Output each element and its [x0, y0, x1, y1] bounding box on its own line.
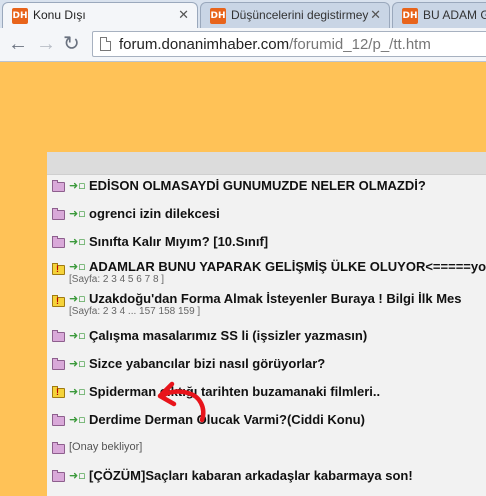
- tab-title: Düşüncelerini degistirmey: [231, 8, 369, 22]
- hot-folder-icon: [52, 263, 65, 275]
- favicon-icon: DH: [402, 8, 418, 24]
- folder-icon: [52, 470, 65, 482]
- topic-title[interactable]: Derdime Derman Olucak Varmi?(Ciddi Konu): [89, 412, 365, 427]
- forward-arrow-icon[interactable]: →: [36, 32, 56, 56]
- new-post-icon[interactable]: ➜▫: [69, 261, 86, 273]
- url-host: forum.donanimhaber.com: [119, 36, 290, 53]
- page-icon: [100, 37, 111, 51]
- new-post-icon[interactable]: ➜▫: [69, 470, 86, 482]
- hot-folder-icon: [52, 386, 65, 398]
- folder-icon: [52, 414, 65, 426]
- topic-title[interactable]: Uzakdoğu'dan Forma Almak İsteyenler Bura…: [89, 291, 462, 306]
- tab-dusuncelerini[interactable]: DH Düşüncelerini degistirmey ✕: [200, 2, 390, 28]
- new-post-icon[interactable]: ➜▫: [69, 330, 86, 342]
- tab-title: Konu Dışı: [33, 8, 86, 22]
- topic-title[interactable]: ogrenci izin dilekcesi: [89, 206, 220, 221]
- new-post-icon[interactable]: ➜▫: [69, 386, 86, 398]
- favicon-icon: DH: [210, 8, 226, 24]
- close-icon[interactable]: ✕: [178, 7, 189, 23]
- new-post-icon[interactable]: ➜▫: [69, 208, 86, 220]
- folder-icon: [52, 236, 65, 248]
- hot-folder-icon: [52, 295, 65, 307]
- topic-title[interactable]: Sınıfta Kalır Mıyım? [10.Sınıf]: [89, 234, 268, 249]
- folder-icon: [52, 442, 65, 454]
- address-bar[interactable]: forum.donanimhaber.com/forumid_12/p_/tt.…: [92, 31, 486, 57]
- favicon-icon: DH: [12, 8, 28, 24]
- folder-icon: [52, 208, 65, 220]
- new-post-icon[interactable]: ➜▫: [69, 236, 86, 248]
- folder-icon: [52, 330, 65, 342]
- folder-icon: [52, 180, 65, 192]
- red-hand-drawn-arrow-icon: [157, 381, 206, 423]
- topic-title[interactable]: EDİSON OLMASAYDİ GUNUMUZDE NELER OLMAZDİ…: [89, 178, 426, 193]
- tab-bu-adam[interactable]: DH BU ADAM Gİ: [392, 2, 486, 28]
- tab-title: BU ADAM Gİ: [423, 8, 486, 22]
- topic-title[interactable]: [ÇÖZÜM]Saçları kabaran arkadaşlar kabarm…: [89, 468, 413, 483]
- topic-title[interactable]: Sizce yabancılar bizi nasıl görüyorlar?: [89, 356, 325, 371]
- reload-icon[interactable]: ↻: [63, 32, 80, 56]
- page-links[interactable]: [Sayfa: 2 3 4 ... 157 158 159 ]: [69, 306, 200, 317]
- new-post-icon[interactable]: ➜▫: [69, 293, 86, 305]
- new-post-icon[interactable]: ➜▫: [69, 358, 86, 370]
- url-path: /forumid_12/p_/tt.htm: [289, 36, 431, 53]
- folder-icon: [52, 358, 65, 370]
- url-text[interactable]: forum.donanimhaber.com/forumid_12/p_/tt.…: [119, 36, 431, 53]
- pending-approval-label: [Onay bekliyor]: [69, 441, 143, 453]
- topic-title[interactable]: ADAMLAR BUNU YAPARAK GELİŞMİŞ ÜLKE OLUYO…: [89, 259, 486, 274]
- browser-toolbar: ← → ↻ forum.donanimhaber.com/forumid_12/…: [0, 28, 486, 62]
- topic-title[interactable]: Çalışma masalarımız SS li (işsizler yazm…: [89, 328, 367, 343]
- back-arrow-icon[interactable]: ←: [8, 32, 28, 56]
- topic-title[interactable]: Spiderman çıktığı tarihten buzamanaki fi…: [89, 384, 380, 399]
- topic-list-header: [47, 152, 486, 175]
- close-icon[interactable]: ✕: [370, 7, 381, 23]
- new-post-icon[interactable]: ➜▫: [69, 414, 86, 426]
- page-links[interactable]: [Sayfa: 2 3 4 5 6 7 8 ]: [69, 274, 164, 285]
- tab-strip: DH Konu Dışı ✕ DH Düşüncelerini degistir…: [0, 0, 486, 29]
- new-post-icon[interactable]: ➜▫: [69, 180, 86, 192]
- tab-konu-disi[interactable]: DH Konu Dışı ✕: [2, 2, 198, 29]
